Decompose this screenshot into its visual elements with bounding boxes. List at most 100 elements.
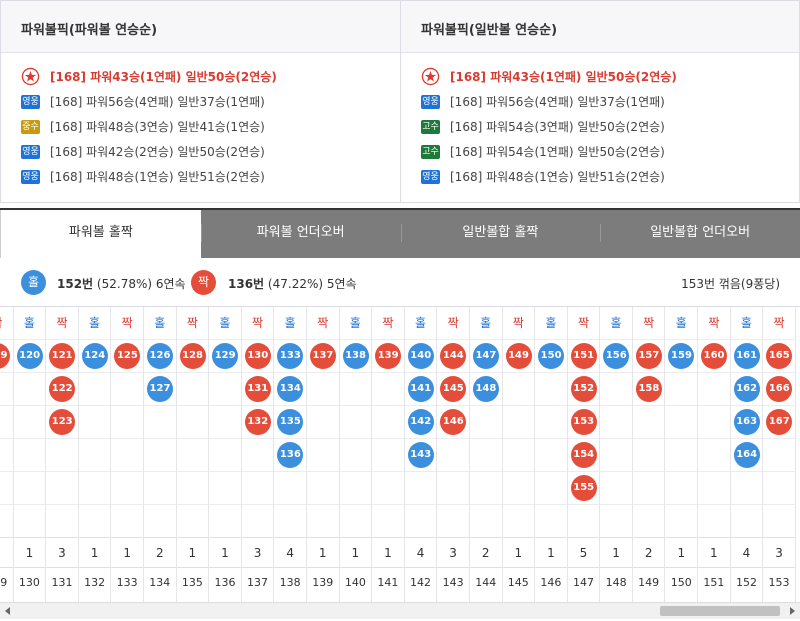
grid-cell: 132 xyxy=(241,405,274,438)
round-number: 142 xyxy=(404,567,437,597)
pick-item[interactable]: 영웅 [168] 파워48승(1연승) 일반51승(2연승) xyxy=(401,164,799,189)
tab-powerball-under-over[interactable]: 파워볼 언더오버 xyxy=(200,210,401,258)
grid-cell xyxy=(502,504,535,537)
even-ball: 125 xyxy=(114,343,141,369)
grid-cell: 124 xyxy=(78,339,111,372)
grid-cell xyxy=(13,438,46,471)
odd-ball: 134 xyxy=(277,376,304,402)
streak-count: 1 xyxy=(502,537,535,567)
streak-count: 3 xyxy=(437,537,469,567)
tab-powerball-odd-even[interactable]: 파워볼 홀짝 xyxy=(0,210,201,258)
grid-cell xyxy=(665,504,698,537)
grid-cell: 166 xyxy=(763,372,795,405)
grid-cell: 138 xyxy=(339,339,372,372)
grid-cell xyxy=(143,504,176,537)
odd-ball: 143 xyxy=(407,442,434,468)
even-ball: 139 xyxy=(375,343,402,369)
even-ball: 137 xyxy=(309,343,336,369)
grid-cell xyxy=(0,438,13,471)
grid-cell xyxy=(306,405,339,438)
round-number: 153 xyxy=(763,567,795,597)
pick-item[interactable]: 영웅 [168] 파워56승(4연패) 일반37승(1연패) xyxy=(1,89,400,114)
streak-count: 1 xyxy=(78,537,111,567)
grid-cell: 126 xyxy=(143,339,176,372)
grid-cell: 157 xyxy=(632,339,665,372)
grid-cell xyxy=(209,405,241,438)
grid-cell: 152 xyxy=(567,372,600,405)
grid-cell: 125 xyxy=(111,339,143,372)
even-ball: 130 xyxy=(244,343,271,369)
tab-normal-sum-odd-even[interactable]: 일반볼합 홀짝 xyxy=(400,210,601,258)
scrollbar-thumb[interactable] xyxy=(660,606,780,616)
even-ball: 155 xyxy=(570,475,597,501)
odd-ball: 120 xyxy=(16,343,43,369)
grid-cell xyxy=(143,405,176,438)
pick-item[interactable]: 중수 [168] 파워48승(3연승) 일반41승(1연승) xyxy=(1,114,400,139)
column-header: 짝 xyxy=(643,316,655,330)
column-header: 짝 xyxy=(0,307,13,339)
even-ball: 153 xyxy=(570,409,597,435)
even-ball: 158 xyxy=(635,376,662,402)
grid-columns: 짝119129홀1201130짝1211221233131홀1241132짝12… xyxy=(0,307,796,602)
grid-cell xyxy=(306,471,339,504)
grid-column: 짝 121 122 123 3 131 xyxy=(46,307,79,602)
grid-cell xyxy=(437,504,469,537)
grid-cell xyxy=(143,438,176,471)
grid-cell: 144 xyxy=(437,339,469,372)
even-ball: 149 xyxy=(505,343,532,369)
scroll-right-icon[interactable] xyxy=(790,607,795,615)
grid-cell: 123 xyxy=(46,405,78,438)
pick-item[interactable]: [168] 파워43승(1연패) 일반50승(2연승) xyxy=(401,64,799,89)
grid-cell xyxy=(13,504,46,537)
grid-cell xyxy=(469,471,502,504)
grid-cell xyxy=(665,405,698,438)
grid-cell: 154 xyxy=(567,438,600,471)
panel-title: 파워볼픽(일반볼 연승순) xyxy=(401,1,799,53)
odd-ball: 161 xyxy=(733,343,760,369)
pick-item[interactable]: 고수 [168] 파워54승(1연패) 일반50승(2연승) xyxy=(401,139,799,164)
even-count: 136번 xyxy=(228,277,265,291)
rank-badge: 영웅 xyxy=(421,94,440,109)
pick-panels: 파워볼픽(파워볼 연승순) [168] 파워43승(1연패) 일반50승(2연승… xyxy=(0,0,800,203)
grid-cell xyxy=(372,438,404,471)
streak-count: 1 xyxy=(176,537,209,567)
tab-normal-sum-under-over[interactable]: 일반볼합 언더오버 xyxy=(600,210,800,258)
grid-cell xyxy=(763,471,795,504)
grid-cell xyxy=(665,372,698,405)
pick-text: [168] 파워48승(3연승) 일반41승(1연승) xyxy=(50,120,265,134)
grid-cell xyxy=(241,471,274,504)
grid-column: 짝 165 166 167 3 153 xyxy=(763,307,796,602)
odd-detail: (52.78%) 6연속 xyxy=(96,277,186,291)
pick-item[interactable]: [168] 파워43승(1연패) 일반50승(2연승) xyxy=(1,64,400,89)
pick-item[interactable]: 영웅 [168] 파워48승(1연승) 일반51승(2연승) xyxy=(1,164,400,189)
rank-badge: 중수 xyxy=(21,119,40,134)
scroll-left-icon[interactable] xyxy=(5,607,10,615)
odd-even-summary: 홀 152번 (52.78%) 6연속 짝 136번 (47.22%) 5연속 … xyxy=(0,258,800,306)
rank-badge: 고수 xyxy=(421,144,440,159)
streak-count: 1 xyxy=(535,537,567,567)
grid-cell: 163 xyxy=(730,405,763,438)
odd-ball: 141 xyxy=(407,376,434,402)
odd-ball: 126 xyxy=(146,343,173,369)
grid-cell xyxy=(600,438,632,471)
grid-column: 홀 147 148 2 144 xyxy=(469,307,503,602)
round-number: 133 xyxy=(111,567,143,597)
odd-ball: 127 xyxy=(146,376,173,402)
grid-cell xyxy=(632,471,665,504)
even-ball: 152 xyxy=(570,376,597,402)
round-number: 151 xyxy=(698,567,730,597)
column-header: 짝 xyxy=(708,316,720,330)
column-header: 홀 xyxy=(480,316,492,330)
odd-ball: 142 xyxy=(407,409,434,435)
horizontal-scrollbar[interactable] xyxy=(0,602,800,619)
pick-item[interactable]: 영웅 [168] 파워56승(4연패) 일반37승(1연패) xyxy=(401,89,799,114)
grid-cell xyxy=(111,405,143,438)
column-header: 홀 xyxy=(610,316,622,330)
grid-column: 홀 159 1 150 xyxy=(665,307,699,602)
pick-item[interactable]: 영웅 [168] 파워42승(2연승) 일반50승(2연승) xyxy=(1,139,400,164)
odd-count: 152번 xyxy=(57,277,94,291)
grid-cell: 161 xyxy=(730,339,763,372)
pick-item[interactable]: 고수 [168] 파워54승(3연패) 일반50승(2연승) xyxy=(401,114,799,139)
grid-cell xyxy=(632,405,665,438)
grid-cell: 135 xyxy=(274,405,306,438)
